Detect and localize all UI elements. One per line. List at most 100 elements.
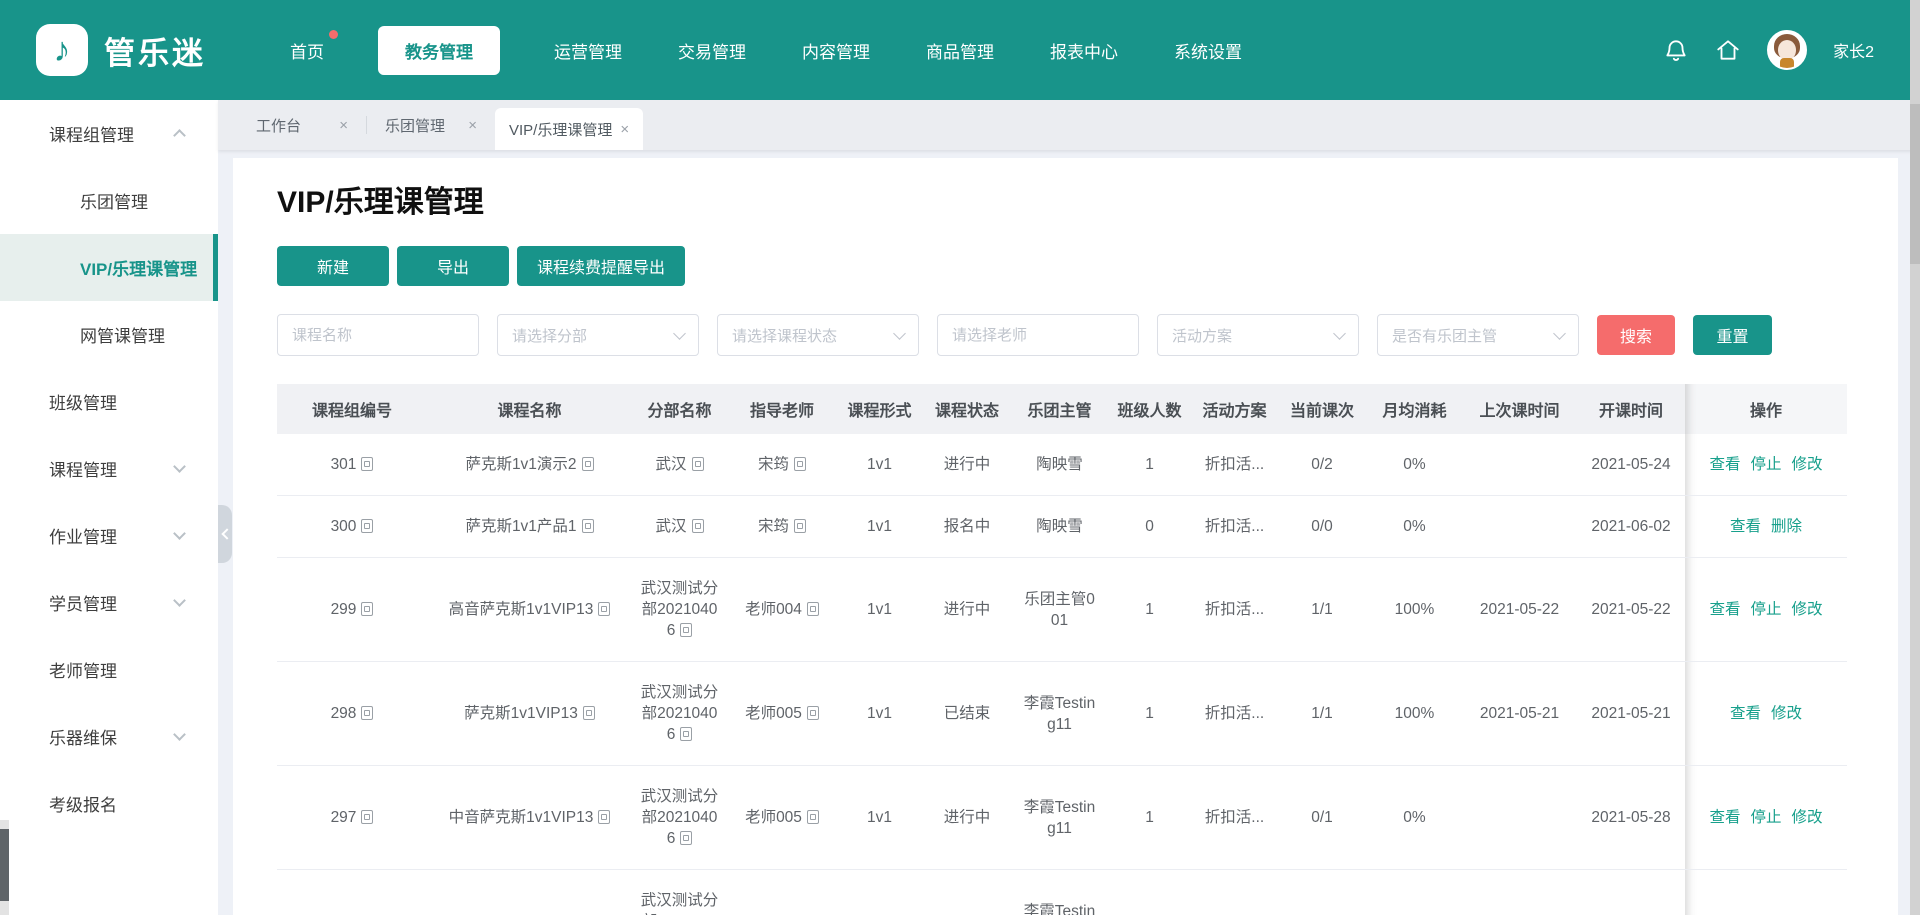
copy-icon[interactable] (680, 727, 692, 741)
action-link-修改[interactable]: 修改 (1771, 705, 1802, 722)
cell-monthly: 0% (1367, 434, 1462, 496)
action-link-停止[interactable]: 停止 (1750, 601, 1781, 618)
copy-icon[interactable] (598, 602, 610, 616)
sidebar-item-网管课管理[interactable]: 网管课管理 (0, 301, 218, 368)
copy-icon[interactable] (807, 706, 819, 720)
action-button-导出[interactable]: 导出 (397, 246, 509, 286)
filter-input-field[interactable] (292, 327, 464, 344)
filter-select-请选择分部[interactable]: 请选择分部 (497, 314, 699, 356)
copy-icon[interactable] (361, 457, 373, 471)
cell-supervisor: 陶映雪 (1012, 434, 1107, 496)
tab-label: VIP/乐理课管理 (509, 119, 612, 140)
chevron-down-icon (673, 327, 686, 340)
copy-icon[interactable] (361, 602, 373, 616)
copy-icon[interactable] (807, 602, 819, 616)
sidebar-item-老师管理[interactable]: 老师管理 (0, 636, 218, 703)
copy-icon[interactable] (794, 457, 806, 471)
tab-工作台[interactable]: 工作台× (238, 100, 366, 150)
user-avatar[interactable] (1767, 30, 1807, 70)
sidebar-item-label: VIP/乐理课管理 (80, 255, 197, 280)
sidebar-scrollbar-thumb[interactable] (0, 829, 9, 901)
copy-icon[interactable] (582, 457, 594, 471)
tab-close-icon[interactable]: × (339, 117, 348, 134)
sidebar-collapse-handle[interactable] (218, 505, 232, 563)
sidebar-item-作业管理[interactable]: 作业管理 (0, 502, 218, 569)
filter-select-请选择课程状态[interactable]: 请选择课程状态 (717, 314, 919, 356)
copy-icon[interactable] (598, 810, 610, 824)
action-link-修改[interactable]: 修改 (1792, 809, 1823, 826)
copy-icon[interactable] (582, 519, 594, 533)
tab-VIP/乐理课管理[interactable]: VIP/乐理课管理 × (495, 108, 643, 150)
tab-乐团管理[interactable]: 乐团管理× (367, 100, 495, 150)
action-button-新建[interactable]: 新建 (277, 246, 389, 286)
action-link-修改[interactable]: 修改 (1792, 601, 1823, 618)
nav-item-系统设置[interactable]: 系统设置 (1172, 26, 1244, 75)
nav-item-运营管理[interactable]: 运营管理 (552, 26, 624, 75)
sidebar-item-课程管理[interactable]: 课程管理 (0, 435, 218, 502)
action-button-课程续费提醒导出[interactable]: 课程续费提醒导出 (517, 246, 685, 286)
filter-input-field[interactable] (952, 327, 1124, 344)
topbar-right: 家长2 (1663, 30, 1874, 70)
action-link-停止[interactable]: 停止 (1750, 456, 1781, 473)
cell-text: 老师005 (745, 705, 802, 722)
cell-monthly: 0% (1367, 766, 1462, 870)
home-icon[interactable] (1715, 37, 1741, 63)
sidebar-item-考级报名[interactable]: 考级报名 (0, 770, 218, 837)
copy-icon[interactable] (680, 623, 692, 637)
cell-text: 萨克斯1v1演示2 (465, 456, 576, 473)
cell-text: 报名中 (944, 518, 991, 535)
copy-icon[interactable] (361, 519, 373, 533)
tab-close-icon[interactable]: × (468, 117, 477, 134)
sidebar-item-VIP/乐理课管理[interactable]: VIP/乐理课管理 (0, 234, 218, 301)
reset-button[interactable]: 重置 (1693, 315, 1772, 355)
user-name[interactable]: 家长2 (1833, 38, 1874, 62)
copy-icon[interactable] (361, 706, 373, 720)
action-link-查看[interactable]: 查看 (1709, 809, 1740, 826)
search-button[interactable]: 搜索 (1597, 315, 1675, 355)
nav-item-首页[interactable]: 首页 (288, 26, 326, 75)
cell-text: 0% (1403, 518, 1425, 535)
action-link-查看[interactable]: 查看 (1730, 705, 1761, 722)
action-link-查看[interactable]: 查看 (1730, 518, 1761, 535)
cell-plan: 折扣活... (1192, 496, 1277, 558)
copy-icon[interactable] (680, 831, 692, 845)
cell-text: 100% (1395, 705, 1435, 722)
nav-item-内容管理[interactable]: 内容管理 (800, 26, 872, 75)
chevron-left-icon (221, 528, 232, 539)
filter-input-请选择老师[interactable] (937, 314, 1139, 356)
cell-text: 1 (1145, 705, 1154, 722)
sidebar-item-乐团管理[interactable]: 乐团管理 (0, 167, 218, 234)
chevron-down-icon (173, 527, 186, 540)
filter-input-课程名称[interactable] (277, 314, 479, 356)
filter-select-是否有乐团主管[interactable]: 是否有乐团主管 (1377, 314, 1579, 356)
cell-current: 1/1 (1277, 662, 1367, 766)
copy-icon[interactable] (794, 519, 806, 533)
sidebar-item-班级管理[interactable]: 班级管理 (0, 368, 218, 435)
table-row: 297中音萨克斯1v1VIP13武汉测试分部20210406老师0051v1进行… (277, 766, 1847, 870)
copy-icon[interactable] (807, 810, 819, 824)
sidebar-item-乐器维保[interactable]: 乐器维保 (0, 703, 218, 770)
tab-close-icon[interactable]: × (620, 121, 629, 138)
action-link-停止[interactable]: 停止 (1750, 809, 1781, 826)
nav-item-商品管理[interactable]: 商品管理 (924, 26, 996, 75)
window-scrollbar-thumb[interactable] (1910, 104, 1920, 264)
action-link-查看[interactable]: 查看 (1709, 601, 1740, 618)
nav-item-报表中心[interactable]: 报表中心 (1048, 26, 1120, 75)
filter-select-活动方案[interactable]: 活动方案 (1157, 314, 1359, 356)
main-nav: 首页 教务管理 运营管理 交易管理 内容管理 商品管理 报表中心 系统设置 (288, 26, 1244, 75)
copy-icon[interactable] (692, 519, 704, 533)
cell-current: 0/0 (1277, 496, 1367, 558)
action-link-修改[interactable]: 修改 (1792, 456, 1823, 473)
nav-item-教务管理[interactable]: 教务管理 (378, 26, 500, 75)
cell-form: 1v1 (837, 558, 922, 662)
copy-icon[interactable] (361, 810, 373, 824)
window-scrollbar-track[interactable] (1910, 0, 1920, 915)
nav-item-交易管理[interactable]: 交易管理 (676, 26, 748, 75)
copy-icon[interactable] (692, 457, 704, 471)
action-link-查看[interactable]: 查看 (1709, 456, 1740, 473)
action-link-删除[interactable]: 删除 (1771, 518, 1802, 535)
sidebar-item-学员管理[interactable]: 学员管理 (0, 569, 218, 636)
notification-bell-icon[interactable] (1663, 37, 1689, 63)
copy-icon[interactable] (583, 706, 595, 720)
sidebar-item-课程组管理[interactable]: 课程组管理 (0, 100, 218, 167)
